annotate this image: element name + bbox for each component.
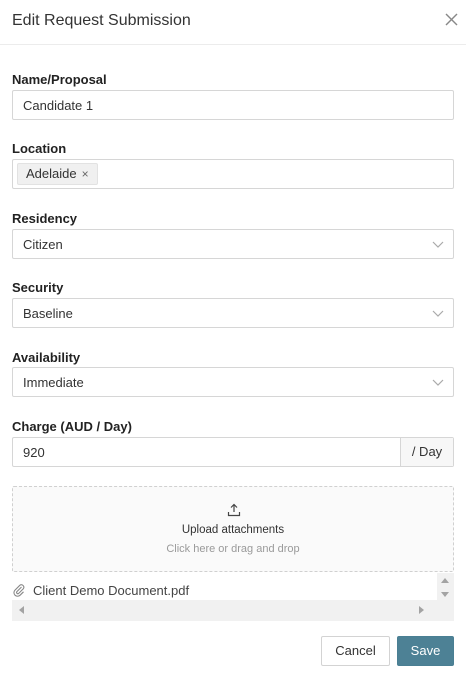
availability-select[interactable]: Immediate <box>12 367 454 397</box>
residency-label: Residency <box>12 211 78 226</box>
security-label: Security <box>12 280 64 295</box>
upload-icon <box>227 503 241 517</box>
name-input[interactable]: Candidate 1 <box>12 90 454 120</box>
residency-select-value: Citizen <box>23 237 63 252</box>
chevron-down-icon[interactable] <box>432 307 444 319</box>
dialog-header: Edit Request Submission <box>0 0 466 45</box>
scroll-right-icon[interactable] <box>419 606 424 614</box>
chevron-down-icon[interactable] <box>432 376 444 388</box>
dialog-title: Edit Request Submission <box>12 12 191 29</box>
security-select[interactable]: Baseline <box>12 298 454 328</box>
availability-label: Availability <box>12 350 81 365</box>
save-button[interactable]: Save <box>397 636 454 666</box>
residency-select[interactable]: Citizen <box>12 229 454 259</box>
attachment-name[interactable]: Client Demo Document.pdf <box>33 583 189 598</box>
upload-title: Upload attachments <box>181 524 285 536</box>
vertical-scrollbar[interactable] <box>437 573 454 621</box>
name-label: Name/Proposal <box>12 72 107 87</box>
tag-remove-icon[interactable]: × <box>82 164 89 184</box>
availability-select-value: Immediate <box>23 375 84 390</box>
location-label: Location <box>12 141 67 156</box>
chevron-down-icon[interactable] <box>432 238 444 250</box>
charge-input[interactable]: 920 / Day <box>12 437 454 467</box>
location-tag: Adelaide × <box>17 163 98 185</box>
upload-dropzone[interactable]: Upload attachments Click here or drag an… <box>12 486 454 572</box>
scroll-down-icon[interactable] <box>441 592 449 597</box>
attachment-list: Client Demo Document.pdf <box>12 573 454 621</box>
charge-label: Charge (AUD / Day) <box>12 419 132 434</box>
location-tag-label: Adelaide <box>26 166 77 181</box>
upload-hint: Click here or drag and drop <box>166 543 300 555</box>
close-icon[interactable] <box>440 8 462 30</box>
charge-unit-addon: / Day <box>400 438 453 466</box>
charge-input-value[interactable]: 920 <box>23 445 45 460</box>
scroll-up-icon[interactable] <box>441 578 449 583</box>
paperclip-icon <box>13 584 25 597</box>
security-select-value: Baseline <box>23 306 73 321</box>
name-input-value[interactable]: Candidate 1 <box>23 98 93 113</box>
horizontal-scrollbar[interactable] <box>12 600 437 621</box>
scroll-left-icon[interactable] <box>19 606 24 614</box>
location-tag-input[interactable]: Adelaide × <box>12 159 454 189</box>
cancel-button[interactable]: Cancel <box>321 636 390 666</box>
attachment-item[interactable]: Client Demo Document.pdf <box>12 581 189 599</box>
